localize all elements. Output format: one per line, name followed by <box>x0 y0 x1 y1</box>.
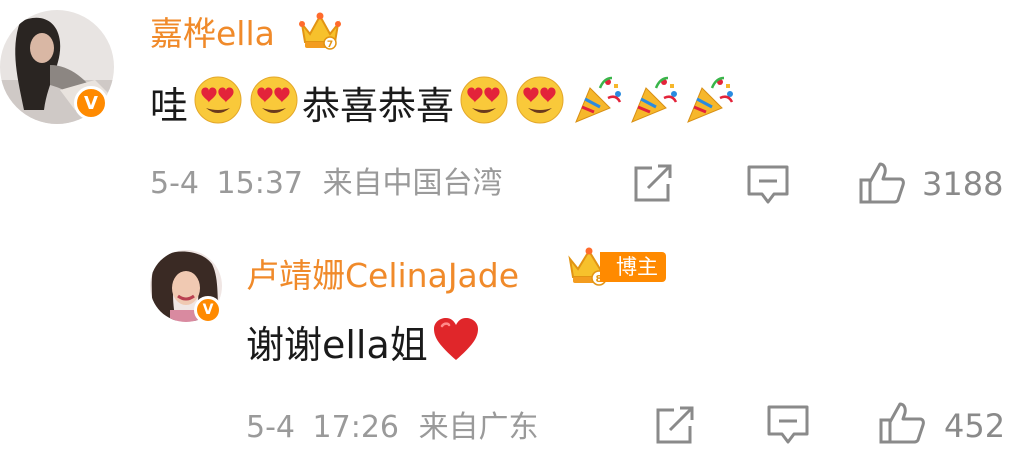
commenter-name[interactable]: 嘉桦ella <box>150 14 275 54</box>
like-button[interactable] <box>858 160 906 206</box>
reply-like-button[interactable] <box>878 400 926 446</box>
party-popper-emoji <box>572 74 624 138</box>
verified-v-icon: V <box>74 86 108 120</box>
comment-text-middle: 恭喜恭喜 <box>302 84 455 128</box>
heart-eyes-emoji <box>192 74 244 138</box>
comment-text-prefix: 哇 <box>150 84 189 128</box>
red-heart-emoji <box>432 316 480 374</box>
thumbs-up-icon <box>859 162 905 204</box>
replier-name[interactable]: 卢靖姗CelinaJade <box>246 256 519 296</box>
crown-icon: 7 <box>298 10 342 56</box>
comment-date: 5-4 <box>150 166 199 201</box>
comment-button[interactable] <box>746 164 790 206</box>
reply-location: 来自广东 <box>418 410 539 445</box>
heart-eyes-emoji <box>458 74 510 138</box>
reply-comment-button[interactable] <box>766 404 810 446</box>
reply-meta: 5-4 17:26 来自广东 <box>246 408 539 448</box>
reply-text: 谢谢ella姐 <box>246 316 480 374</box>
share-icon <box>634 164 672 202</box>
reply-share-button[interactable] <box>654 406 696 446</box>
comment-icon <box>747 165 789 204</box>
share-button[interactable] <box>632 164 674 204</box>
svg-text:7: 7 <box>327 40 333 50</box>
like-count: 3188 <box>922 165 1004 203</box>
replier-avatar[interactable]: V <box>150 250 222 324</box>
reply-text-body: 谢谢ella姐 <box>246 323 428 367</box>
reply-date: 5-4 <box>246 410 295 445</box>
thumbs-up-icon <box>879 402 925 444</box>
host-label: 博主 <box>600 252 666 282</box>
heart-eyes-emoji <box>514 74 566 138</box>
party-popper-emoji <box>684 74 736 138</box>
comment-text: 哇 恭喜恭喜 <box>150 74 736 138</box>
comment-icon <box>767 405 809 444</box>
host-badge: 8 博主 <box>566 247 666 286</box>
party-popper-emoji <box>628 74 680 138</box>
reply-time: 17:26 <box>312 410 400 445</box>
commenter-avatar[interactable]: V <box>0 10 114 124</box>
reply-like-count: 452 <box>944 407 1006 445</box>
verified-v-icon: V <box>194 296 222 324</box>
heart-eyes-emoji <box>248 74 300 138</box>
comment-time: 15:37 <box>216 166 304 201</box>
comment-meta: 5-4 15:37 来自中国台湾 <box>150 164 503 204</box>
share-icon <box>656 406 694 444</box>
comment-location: 来自中国台湾 <box>322 166 503 201</box>
